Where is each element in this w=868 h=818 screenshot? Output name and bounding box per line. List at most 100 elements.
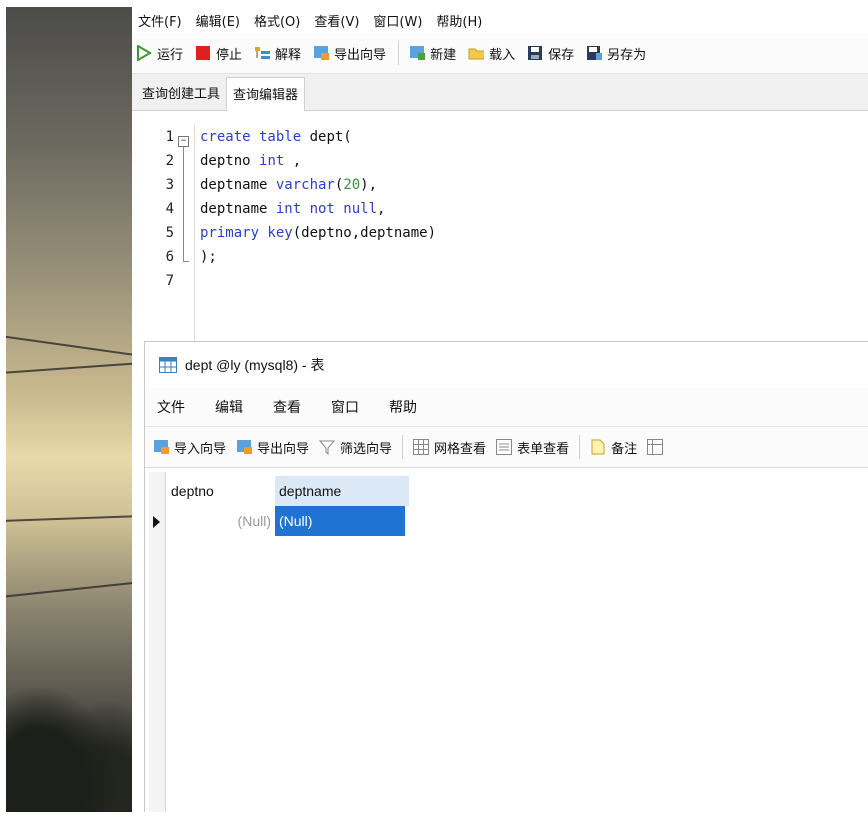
table-window-titlebar[interactable]: dept @ly (mysql8) - 表 [145, 342, 868, 388]
code-keyword: create table [200, 129, 302, 145]
new-button[interactable]: 新建 [409, 44, 456, 63]
line-number: 1 [165, 129, 174, 145]
code-line-3: deptname varchar(20), [200, 177, 377, 193]
form-view-label: 表单查看 [517, 441, 570, 457]
save-as-label: 另存为 [607, 47, 647, 63]
table-menu-window[interactable]: 窗口 [331, 397, 359, 417]
more-toolbar-button[interactable] [647, 439, 668, 455]
code-keyword: primary key [200, 225, 293, 241]
memo-button[interactable]: 备注 [590, 438, 637, 457]
desktop-wallpaper [0, 0, 132, 818]
wallpaper-tree [0, 668, 132, 818]
toolbar-separator [398, 41, 400, 65]
code-line-4: deptname int not null, [200, 201, 385, 217]
export-icon [313, 45, 330, 61]
cell-deptno[interactable]: (Null) [167, 506, 276, 536]
code-line-2: deptno int , [200, 153, 301, 169]
save-as-icon [586, 45, 603, 61]
menu-help[interactable]: 帮助(H) [436, 11, 482, 30]
table-menu-help[interactable]: 帮助 [389, 397, 417, 417]
wallpaper-wire [0, 577, 132, 598]
code-keyword: int not null [275, 201, 378, 217]
import-icon [153, 439, 169, 455]
run-button[interactable]: 运行 [136, 44, 183, 63]
toolbar-separator [579, 435, 581, 459]
code-number: 20 [343, 177, 361, 193]
fold-guide-end [183, 261, 189, 262]
code-line-6: ); [200, 249, 217, 265]
table-menu-file[interactable]: 文件 [157, 397, 185, 417]
line-number-gutter: 1 2 3 4 5 6 7 − [132, 125, 195, 355]
table-menu-view[interactable]: 查看 [273, 397, 301, 417]
table-export-wizard-button[interactable]: 导出向导 [236, 438, 309, 457]
note-icon [590, 439, 606, 455]
explain-icon [254, 45, 271, 61]
line-number: 4 [165, 201, 174, 217]
table-data-window: dept @ly (mysql8) - 表 文件 编辑 查看 窗口 帮助 导入向… [144, 341, 868, 813]
column-header-deptno[interactable]: deptno [167, 476, 279, 506]
current-row-arrow-icon [153, 516, 160, 528]
editor-tabs: 查询创建工具 查询编辑器 [132, 74, 868, 111]
memo-label: 备注 [611, 441, 638, 457]
play-icon [136, 45, 152, 61]
wallpaper-wire [0, 513, 132, 522]
export-label: 导出向导 [334, 47, 387, 63]
menu-format[interactable]: 格式(O) [254, 11, 300, 30]
screen-edge [0, 0, 6, 818]
screen-edge [0, 812, 868, 818]
code-line-1: create table dept( [200, 129, 352, 145]
menu-window[interactable]: 窗口(W) [373, 11, 422, 30]
filter-icon [319, 439, 336, 455]
import-wizard-button[interactable]: 导入向导 [153, 438, 226, 457]
line-number: 2 [165, 153, 174, 169]
filter-wizard-button[interactable]: 筛选向导 [319, 438, 392, 457]
code-text: ), [360, 177, 378, 193]
table-export-label: 导出向导 [257, 441, 310, 457]
export-icon [236, 439, 253, 455]
code-text: deptname [200, 201, 276, 217]
explain-button[interactable]: 解释 [254, 44, 301, 63]
table-icon [159, 357, 177, 373]
grid-icon [647, 439, 664, 455]
table-menu-edit[interactable]: 编辑 [215, 397, 243, 417]
menu-edit[interactable]: 编辑(E) [196, 11, 240, 30]
code-text: , [377, 201, 386, 217]
wallpaper-wire [0, 359, 132, 374]
folder-icon [468, 45, 485, 61]
code-keyword: varchar [275, 177, 335, 193]
menu-file[interactable]: 文件(F) [138, 11, 182, 30]
data-grid[interactable]: deptno deptname (Null) (Null) [145, 472, 868, 813]
column-header-deptname[interactable]: deptname [275, 476, 409, 506]
screen-edge [0, 0, 868, 7]
tab-query-editor[interactable]: 查询编辑器 [226, 77, 306, 111]
stop-button[interactable]: 停止 [195, 44, 242, 63]
import-label: 导入向导 [174, 441, 227, 457]
fold-toggle-icon[interactable]: − [178, 136, 189, 147]
table-window-title: dept @ly (mysql8) - 表 [185, 357, 325, 373]
grid-view-label: 网格查看 [434, 441, 487, 457]
code-text: deptname [200, 177, 276, 193]
table-toolbar: 导入向导 导出向导 筛选向导 网格查看 表单查看 备注 [145, 426, 868, 468]
wallpaper-wire [0, 335, 132, 363]
sql-editor[interactable]: 1 2 3 4 5 6 7 − create table dept( deptn… [132, 125, 868, 355]
menu-view[interactable]: 查看(V) [314, 11, 359, 30]
save-button[interactable]: 保存 [527, 44, 574, 63]
save-as-button[interactable]: 另存为 [586, 44, 646, 63]
line-number: 6 [165, 249, 174, 265]
export-wizard-button[interactable]: 导出向导 [313, 44, 386, 63]
run-label: 运行 [157, 47, 184, 63]
grid-view-button[interactable]: 网格查看 [413, 438, 486, 457]
code-text: deptno [200, 153, 260, 169]
tab-query-builder[interactable]: 查询创建工具 [136, 83, 226, 110]
code-keyword: int [259, 153, 285, 169]
menu-bar: 文件(F) 编辑(E) 格式(O) 查看(V) 窗口(W) 帮助(H) [132, 7, 868, 33]
explain-label: 解释 [275, 47, 302, 63]
filter-label: 筛选向导 [340, 441, 393, 457]
form-view-button[interactable]: 表单查看 [496, 438, 569, 457]
toolbar-separator [402, 435, 404, 459]
stop-icon [195, 45, 211, 61]
load-button[interactable]: 载入 [468, 44, 515, 63]
cell-deptname-selected[interactable]: (Null) [275, 506, 405, 536]
line-number: 5 [165, 225, 174, 241]
grid-icon [413, 439, 430, 455]
